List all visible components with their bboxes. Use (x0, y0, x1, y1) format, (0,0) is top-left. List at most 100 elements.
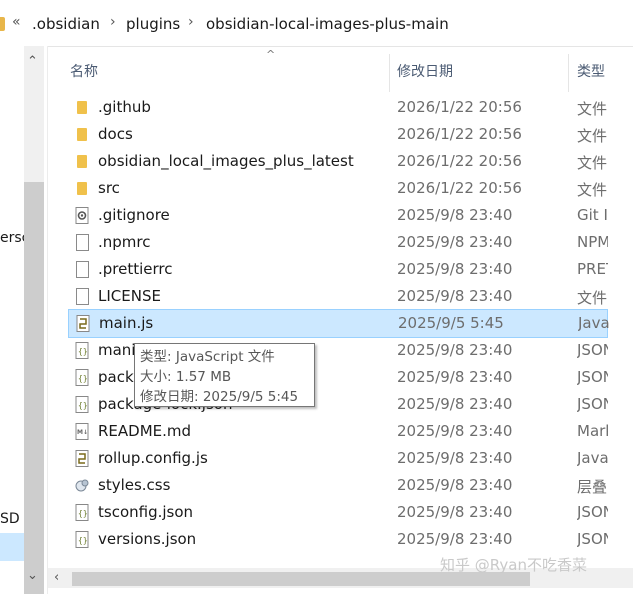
file-date: 2025/9/8 23:40 (397, 530, 513, 548)
column-divider[interactable] (568, 54, 569, 92)
file-type: JSON (577, 368, 608, 386)
file-name: tsconfig.json (98, 503, 194, 521)
file-name: .gitignore (98, 206, 170, 224)
file-name: .github (98, 98, 151, 116)
file-type: PRET (577, 260, 608, 278)
file-row[interactable]: .npmrc 2025/9/8 23:40 NPM (68, 229, 608, 256)
file-type: Git I (577, 206, 608, 224)
script-file-icon (75, 450, 89, 467)
scroll-up-icon[interactable]: ⌃ (27, 54, 38, 69)
column-divider[interactable] (389, 54, 390, 92)
file-date: 2025/9/8 23:40 (397, 206, 513, 224)
gear-file-icon (75, 207, 89, 224)
file-date: 2025/9/8 23:40 (397, 260, 513, 278)
breadcrumb-current-folder[interactable]: obsidian-local-images-plus-main (206, 15, 449, 33)
css-file-icon (75, 479, 89, 492)
script-file-icon (76, 315, 90, 332)
file-name: styles.css (98, 476, 171, 494)
blank-file-icon (76, 288, 89, 305)
tooltip-date-line: 修改日期: 2025/9/5 5:45 (140, 389, 299, 405)
tooltip-size-line: 大小: 1.57 MB (140, 369, 232, 385)
svg-text:{}: {} (78, 509, 88, 518)
file-date: 2025/9/8 23:40 (397, 449, 513, 467)
file-name: .prettierrc (98, 260, 173, 278)
file-row[interactable]: .gitignore 2025/9/8 23:40 Git I (68, 202, 608, 229)
navigation-pane[interactable]: ⌃ ⌄ ersc SD ( (0, 46, 48, 594)
folder-icon (0, 17, 5, 31)
file-type: 文件 (577, 289, 608, 307)
file-type: Java (578, 314, 609, 332)
file-date: 2026/1/22 20:56 (397, 179, 522, 197)
file-name: mani (98, 341, 136, 359)
file-type: JSON (577, 503, 608, 521)
file-row[interactable]: .github 2026/1/22 20:56 文件 (68, 94, 608, 121)
file-date: 2025/9/8 23:40 (397, 503, 513, 521)
column-header-name[interactable]: 名称 (70, 61, 98, 81)
folder-icon (77, 101, 87, 114)
address-bar[interactable]: « .obsidian › plugins › obsidian-local-i… (0, 0, 633, 47)
file-date: 2026/1/22 20:56 (397, 98, 522, 116)
file-type: JSON (577, 530, 608, 548)
sort-ascending-icon: ^ (266, 48, 276, 61)
file-row[interactable]: rollup.config.js 2025/9/8 23:40 Java (68, 445, 608, 472)
json-file-icon: {} (75, 531, 89, 548)
file-type: 层叠 (577, 478, 608, 496)
file-name: obsidian_local_images_plus_latest (98, 152, 354, 170)
nav-selected-item[interactable] (0, 533, 24, 561)
file-name: README.md (98, 422, 192, 440)
file-row[interactable]: LICENSE 2025/9/8 23:40 文件 (68, 283, 608, 310)
blank-file-icon (76, 234, 89, 251)
column-header-date[interactable]: 修改日期 (397, 61, 453, 81)
file-date: 2025/9/8 23:40 (397, 395, 513, 413)
chevron-right-icon[interactable]: › (110, 14, 116, 30)
chevron-right-icon[interactable]: › (188, 14, 194, 30)
folder-icon (77, 128, 87, 141)
file-name: .npmrc (98, 233, 151, 251)
breadcrumb-plugins[interactable]: plugins (126, 15, 180, 33)
file-row-selected[interactable]: main.js 2025/9/5 5:45 Java (68, 309, 609, 338)
overflow-chevron-icon[interactable]: « (12, 14, 21, 30)
file-name: versions.json (98, 530, 197, 548)
nav-item-label[interactable]: SD ( (0, 511, 24, 527)
json-file-icon: {} (75, 342, 89, 359)
file-row[interactable]: docs 2026/1/22 20:56 文件 (68, 121, 608, 148)
breadcrumb-obsidian[interactable]: .obsidian (32, 15, 100, 33)
file-name: pack (98, 368, 134, 386)
column-header-type[interactable]: 类型 (577, 61, 605, 81)
svg-text:{}: {} (78, 374, 88, 383)
file-name: docs (98, 125, 133, 143)
scroll-down-icon[interactable]: ⌄ (27, 568, 38, 583)
folder-icon (77, 155, 87, 168)
file-name: src (98, 179, 120, 197)
file-row[interactable]: .prettierrc 2025/9/8 23:40 PRET (68, 256, 608, 283)
file-type: 文件 (577, 154, 608, 172)
file-type: 文件 (577, 181, 608, 199)
scroll-left-icon[interactable]: ‹ (54, 570, 59, 585)
json-file-icon: {} (75, 504, 89, 521)
file-row[interactable]: obsidian_local_images_plus_latest 2026/1… (68, 148, 608, 175)
folder-icon (77, 182, 87, 195)
json-file-icon: {} (75, 369, 89, 386)
file-type: Mark (577, 422, 608, 440)
file-row[interactable]: styles.css 2025/9/8 23:40 层叠 (68, 472, 608, 499)
file-date: 2026/1/22 20:56 (397, 152, 522, 170)
json-file-icon: {} (75, 396, 89, 413)
svg-text:{}: {} (78, 536, 88, 545)
file-info-tooltip: 类型: JavaScript 文件 大小: 1.57 MB 修改日期: 2025… (134, 343, 315, 407)
file-type: 文件 (577, 127, 608, 145)
file-date: 2025/9/8 23:40 (397, 368, 513, 386)
file-date: 2025/9/8 23:40 (397, 287, 513, 305)
column-header-row: ^ 名称 修改日期 类型 (48, 46, 633, 92)
svg-text:{}: {} (78, 401, 88, 410)
nav-item-label[interactable]: ersc (0, 230, 24, 246)
file-row[interactable]: {} versions.json 2025/9/8 23:40 JSON (68, 526, 608, 553)
watermark: 知乎 @Ryan不吃香菜 (440, 556, 587, 574)
nav-scrollbar-thumb[interactable] (24, 182, 44, 594)
file-row[interactable]: src 2026/1/22 20:56 文件 (68, 175, 608, 202)
markdown-file-icon: M↓ (75, 423, 89, 440)
file-date: 2025/9/8 23:40 (397, 233, 513, 251)
file-row[interactable]: {} tsconfig.json 2025/9/8 23:40 JSON (68, 499, 608, 526)
file-row[interactable]: M↓ README.md 2025/9/8 23:40 Mark (68, 418, 608, 445)
file-date: 2026/1/22 20:56 (397, 125, 522, 143)
file-date: 2025/9/8 23:40 (397, 341, 513, 359)
